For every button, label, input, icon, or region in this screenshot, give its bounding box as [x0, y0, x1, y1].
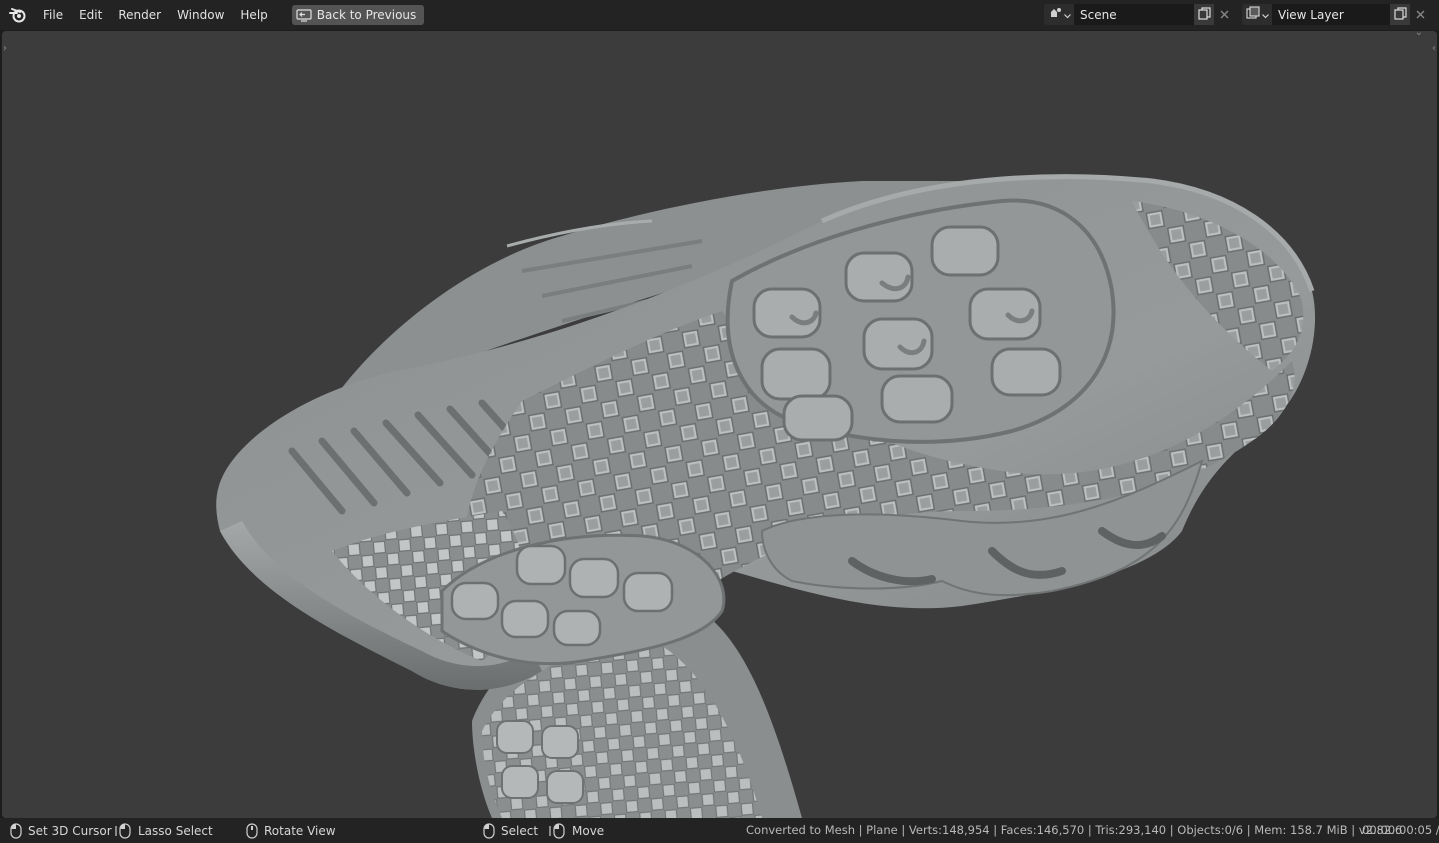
hint-label: Set 3D Cursor	[28, 823, 112, 838]
delete-view-layer-button[interactable]	[1410, 4, 1430, 25]
view-layer-name-field[interactable]: View Layer	[1272, 4, 1390, 25]
hint-set-3d-cursor: Set 3D Cursor	[10, 818, 112, 843]
back-to-previous-label: Back to Previous	[316, 8, 417, 22]
mouse-left-icon	[483, 822, 495, 839]
new-view-layer-button[interactable]	[1390, 4, 1410, 25]
chevron-down-icon	[1063, 8, 1071, 22]
chevron-down-icon	[1261, 8, 1269, 22]
duplicate-icon	[1393, 6, 1407, 23]
scene-statistics: Converted to Mesh | Plane | Verts:148,95…	[746, 823, 1403, 837]
hint-move: Move	[548, 818, 604, 843]
mouse-drag-icon	[548, 822, 566, 839]
shoe-sole-mesh	[216, 174, 1316, 818]
3d-viewport[interactable]: › ‹ ⌄	[2, 31, 1437, 818]
blender-logo-icon[interactable]	[7, 4, 29, 26]
hint-lasso-select: Lasso Select	[114, 818, 213, 843]
mouse-middle-icon	[246, 822, 258, 839]
hint-select: Select	[483, 818, 538, 843]
view-layer-icon	[1245, 6, 1260, 23]
hint-label: Rotate View	[264, 823, 336, 838]
menu-edit[interactable]: Edit	[71, 0, 110, 30]
mouse-drag-icon	[114, 822, 132, 839]
status-bar: Set 3D Cursor Lasso Select Rotate View S…	[0, 818, 1439, 843]
close-icon	[1416, 8, 1425, 22]
scene-name-field[interactable]: Scene	[1074, 4, 1194, 25]
mouse-left-icon	[10, 822, 22, 839]
close-icon	[1220, 8, 1229, 22]
scene-browse-button[interactable]	[1044, 4, 1074, 25]
view-layer-selector: View Layer	[1242, 4, 1430, 25]
back-to-previous-button[interactable]: Back to Previous	[291, 5, 425, 25]
menu-file[interactable]: File	[35, 0, 71, 30]
top-bar: File Edit Render Window Help Back to Pre…	[0, 0, 1439, 30]
delete-scene-button[interactable]	[1214, 4, 1234, 25]
duplicate-icon	[1197, 6, 1211, 23]
view-layer-browse-button[interactable]	[1242, 4, 1272, 25]
hint-label: Lasso Select	[138, 823, 213, 838]
menu-window[interactable]: Window	[169, 0, 232, 30]
render-timer: 00:00:00:05 / 0	[1362, 823, 1439, 837]
new-scene-button[interactable]	[1194, 4, 1214, 25]
hint-label: Move	[572, 823, 605, 838]
scene-icon	[1048, 6, 1062, 23]
menu-help[interactable]: Help	[232, 0, 275, 30]
back-screen-icon	[296, 8, 312, 22]
hint-label: Select	[501, 823, 539, 838]
scene-selector: Scene	[1044, 4, 1234, 25]
hint-rotate-view: Rotate View	[246, 818, 336, 843]
menu-render[interactable]: Render	[110, 0, 169, 30]
